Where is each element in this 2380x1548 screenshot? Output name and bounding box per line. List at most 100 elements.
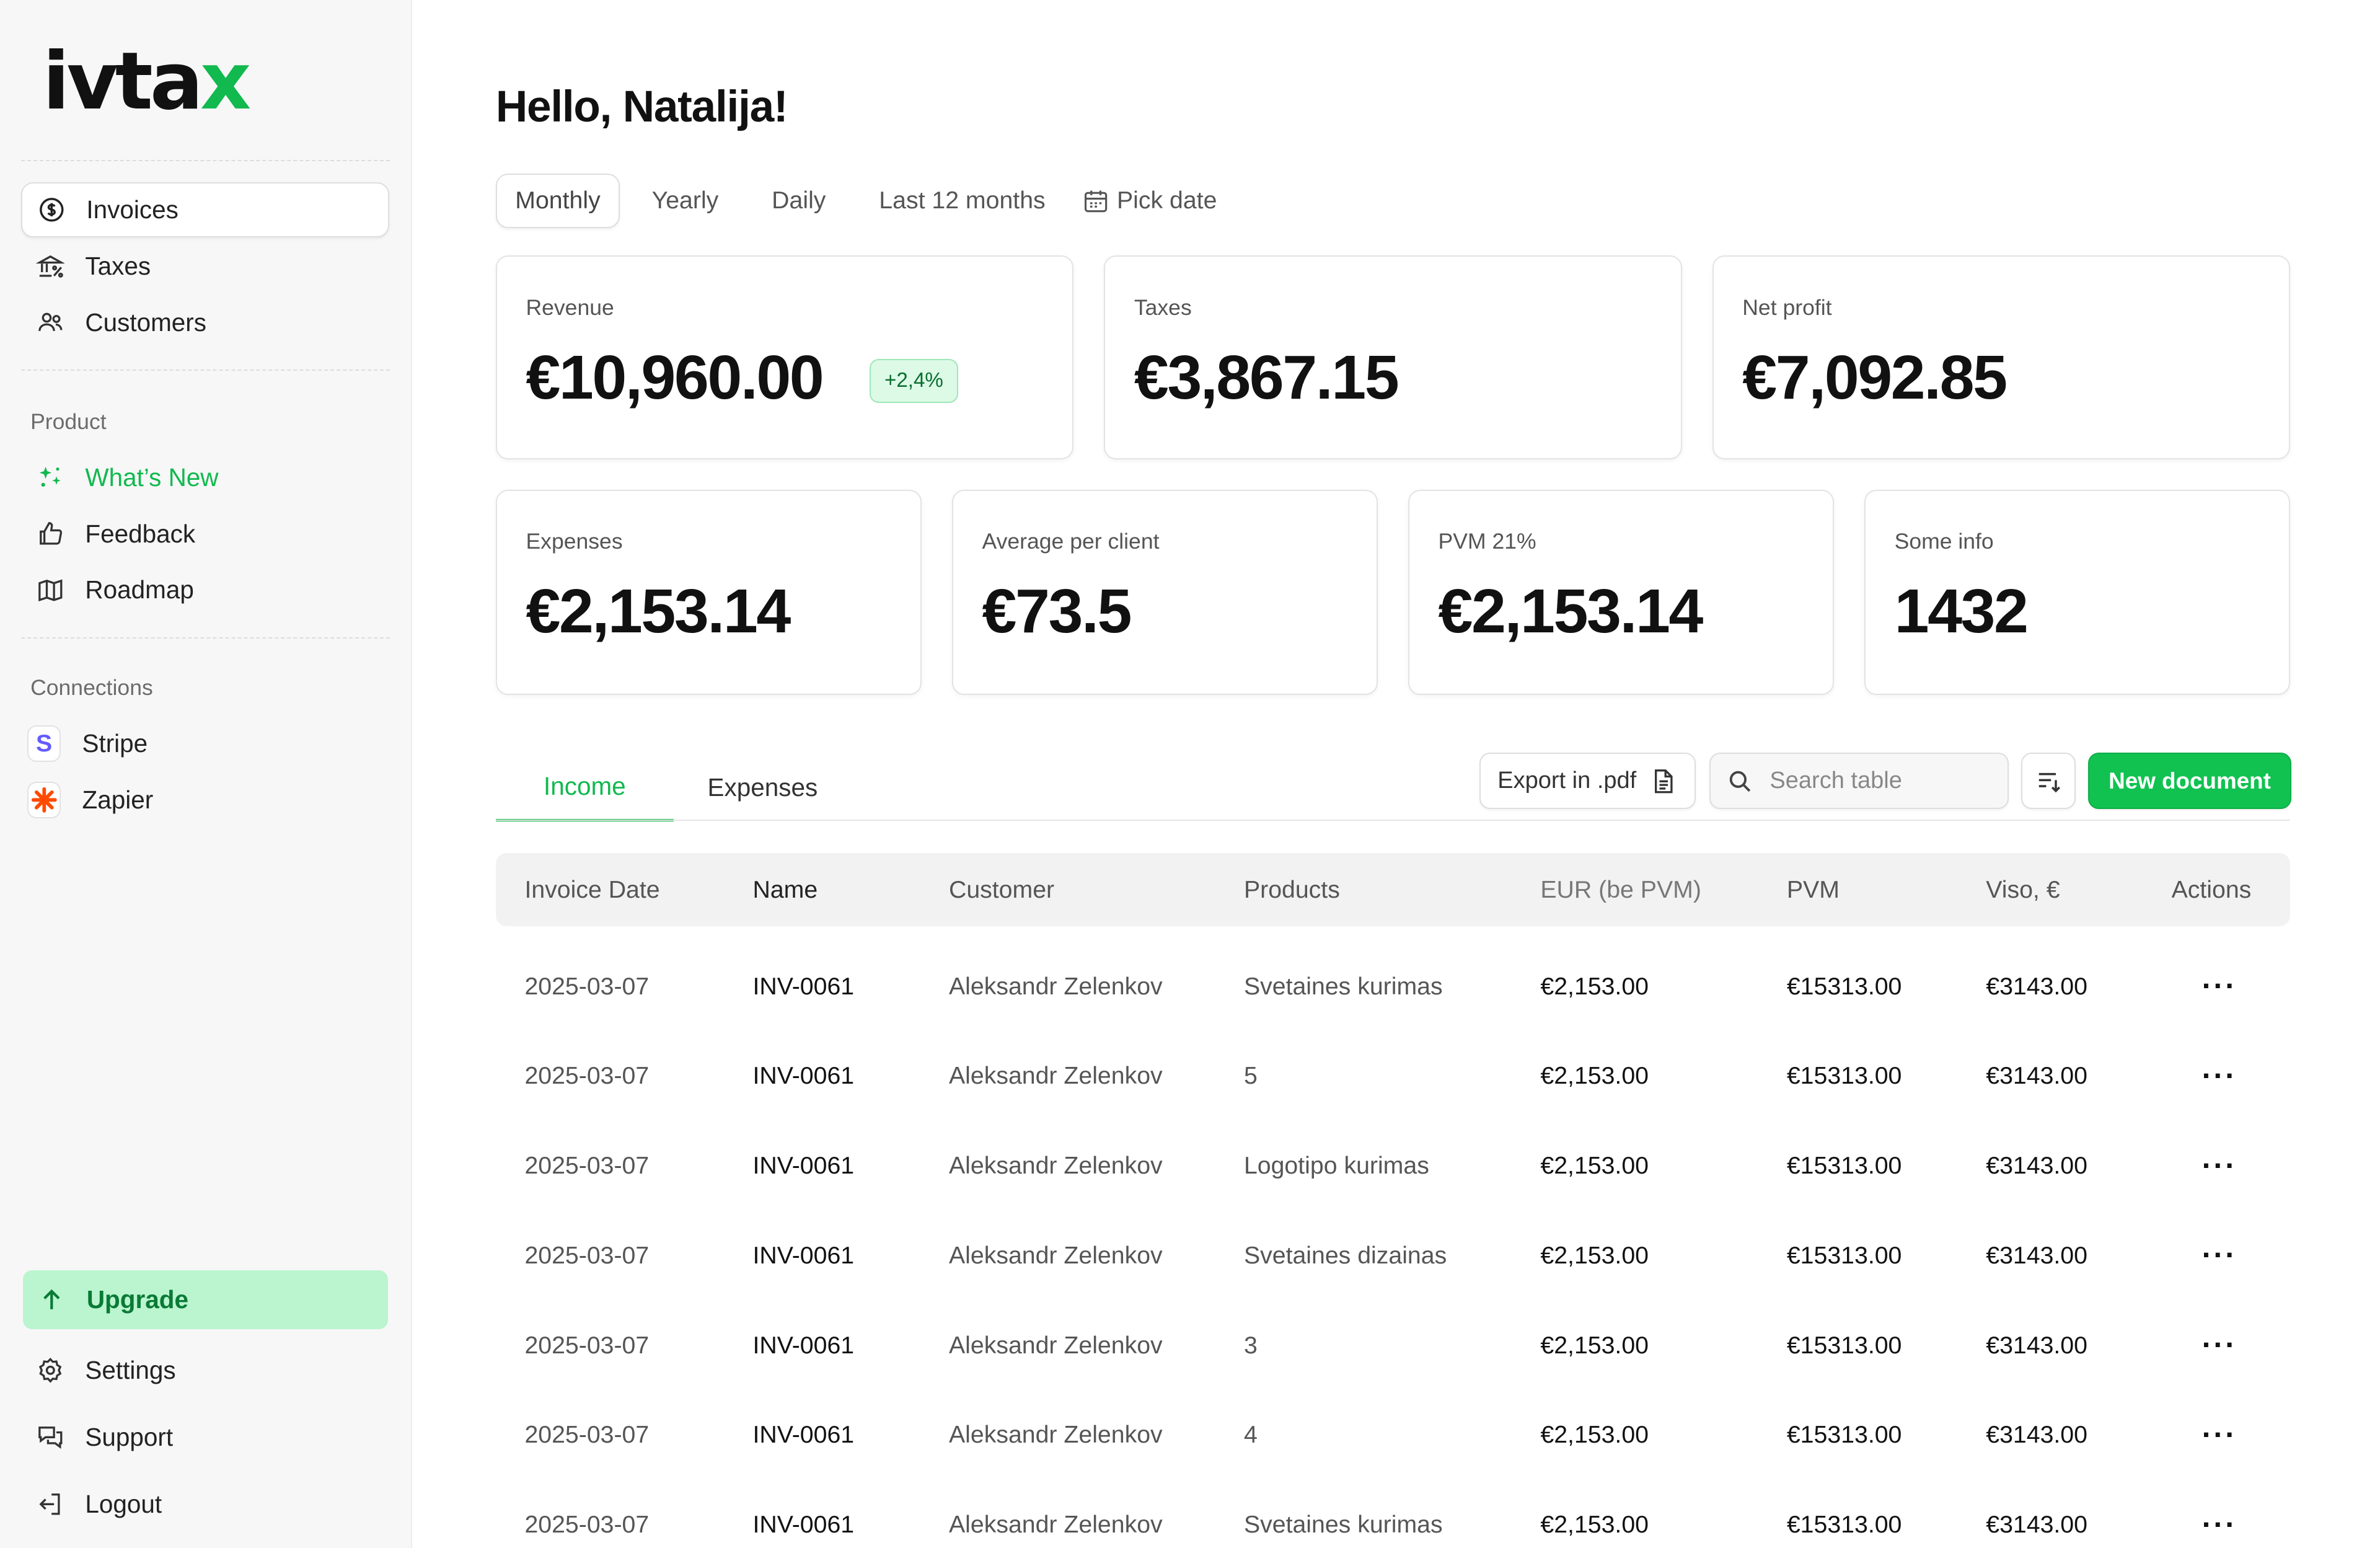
calendar-icon [1084, 190, 1107, 212]
sort-button[interactable] [2021, 753, 2076, 810]
cell-invoice-date: 2025-03-07 [524, 1062, 650, 1090]
cell-pvm: €15313.00 [1786, 1062, 1902, 1090]
table-row[interactable]: 2025-03-07 INV-0061 Aleksandr Zelenkov 3 €2,… [496, 1301, 2290, 1391]
cell-pvm: €15313.00 [1786, 1421, 1902, 1449]
upgrade-label: Upgrade [86, 1285, 188, 1314]
actions-menu-button[interactable]: ··· [2202, 1121, 2237, 1211]
cell-products: Svetaines dizainas [1243, 1241, 1447, 1269]
table-header: Invoice Date Name Customer Products EUR … [495, 853, 2290, 927]
sidebar-item-label: Roadmap [85, 575, 194, 604]
tab-expenses[interactable]: Expenses [674, 754, 852, 821]
cell-eur: €2,153.00 [1540, 1511, 1649, 1539]
sidebar-item-support[interactable]: Support [21, 1410, 389, 1464]
sidebar-item-invoices[interactable]: Invoices [21, 182, 390, 237]
logout-icon [33, 1488, 67, 1521]
actions-menu-button[interactable]: ··· [2202, 1390, 2237, 1480]
sidebar-item-logout[interactable]: Logout [21, 1477, 389, 1531]
cell-eur: €2,153.00 [1540, 1241, 1649, 1269]
sidebar-item-whats-new[interactable]: What’s New [21, 450, 389, 505]
table-row[interactable]: 2025-03-07 INV-0061 Aleksandr Zelenkov 4 €2,… [496, 1390, 2290, 1480]
stat-label: Taxes [1134, 294, 1192, 320]
stat-label: PVM 21% [1438, 529, 1536, 554]
ivtax-logo[interactable]: ivtax [43, 42, 252, 122]
actions-menu-button[interactable]: ··· [2202, 1301, 2237, 1391]
cell-invoice-date: 2025-03-07 [524, 1241, 650, 1269]
cell-total: €3143.00 [1986, 1062, 2087, 1090]
cell-products: Logotipo kurimas [1243, 1152, 1429, 1180]
sidebar-item-feedback[interactable]: Feedback [21, 506, 389, 561]
cell-invoice-date: 2025-03-07 [524, 1511, 650, 1539]
search-placeholder: Search table [1770, 767, 1902, 794]
cell-total: €3143.00 [1986, 1511, 2087, 1539]
table-row[interactable]: 2025-03-07 INV-0061 Aleksandr Zelenkov Svet… [496, 942, 2290, 1032]
cell-pvm: €15313.00 [1786, 972, 1902, 1000]
sidebar-item-stripe[interactable]: S Stripe [21, 717, 389, 771]
cell-total: €3143.00 [1986, 1421, 2087, 1449]
section-label-product: Product [30, 409, 107, 434]
table-row[interactable]: 2025-03-07 INV-0061 Aleksandr Zelenkov Logo… [496, 1121, 2290, 1211]
cell-invoice-date: 2025-03-07 [524, 1421, 650, 1449]
dollar-circle-icon [35, 193, 68, 227]
pick-date-label: Pick date [1116, 187, 1217, 215]
sparkles-icon [33, 461, 67, 494]
sidebar-item-label: Feedback [85, 519, 196, 548]
column-header-products[interactable]: Products [1244, 853, 1340, 926]
export-label: Export in .pdf [1497, 767, 1637, 794]
sidebar-item-taxes[interactable]: Taxes [21, 239, 389, 293]
stat-label: Some info [1894, 529, 1994, 554]
stat-value: €2,153.14 [526, 577, 791, 647]
sidebar-item-label: Settings [85, 1356, 176, 1385]
actions-menu-button[interactable]: ··· [2202, 1211, 2237, 1301]
new-document-button[interactable]: New document [2087, 753, 2292, 810]
sidebar-item-settings[interactable]: Settings [21, 1343, 389, 1397]
cell-name: INV-0061 [752, 1241, 855, 1269]
actions-menu-button[interactable]: ··· [2202, 1031, 2237, 1121]
table-row[interactable]: 2025-03-07 INV-0061 Aleksandr Zelenkov 5 €2,… [496, 1031, 2290, 1121]
cell-customer: Aleksandr Zelenkov [948, 1421, 1163, 1449]
export-pdf-button[interactable]: Export in .pdf [1479, 753, 1696, 810]
cell-invoice-date: 2025-03-07 [524, 1331, 650, 1359]
stat-value: €73.5 [982, 577, 1132, 647]
table-row[interactable]: 2025-03-07 INV-0061 Aleksandr Zelenkov Svet… [496, 1480, 2290, 1548]
sidebar-divider [21, 369, 390, 371]
sidebar-item-customers[interactable]: Customers [21, 295, 389, 350]
cell-name: INV-0061 [752, 972, 855, 1000]
cell-eur: €2,153.00 [1540, 1421, 1649, 1449]
table-row[interactable]: 2025-03-07 INV-0061 Aleksandr Zelenkov Svet… [496, 1211, 2290, 1301]
column-header-pvm[interactable]: PVM [1787, 853, 1840, 926]
sidebar-item-zapier[interactable]: Zapier [21, 772, 389, 827]
upgrade-button[interactable]: Upgrade [22, 1270, 388, 1330]
actions-menu-button[interactable]: ··· [2202, 1480, 2237, 1548]
tab-pick-date[interactable]: Pick date [1064, 174, 1235, 228]
stat-value: 1432 [1894, 577, 2029, 647]
column-header-name[interactable]: Name [752, 853, 818, 926]
tab-monthly[interactable]: Monthly [495, 173, 620, 228]
cell-products: Svetaines kurimas [1243, 972, 1443, 1000]
cell-name: INV-0061 [752, 1511, 855, 1539]
column-header-customer[interactable]: Customer [949, 853, 1054, 926]
cell-customer: Aleksandr Zelenkov [948, 1062, 1163, 1090]
sidebar-item-label: Invoices [86, 195, 178, 224]
search-input[interactable]: Search table [1709, 753, 2009, 810]
column-header-invoice-date[interactable]: Invoice Date [524, 853, 659, 926]
stat-card-revenue: Revenue €10,960.00 +2,4% [495, 255, 1074, 459]
column-header-total[interactable]: Viso, € [1986, 853, 2060, 926]
tab-daily[interactable]: Daily [754, 174, 844, 228]
cell-total: €3143.00 [1986, 1152, 2087, 1180]
actions-menu-button[interactable]: ··· [2202, 942, 2237, 1032]
bank-percent-icon [33, 249, 67, 283]
column-header-eur[interactable]: EUR (be PVM) [1540, 853, 1701, 926]
sidebar-divider [21, 637, 390, 639]
tab-income[interactable]: Income [495, 754, 674, 821]
cell-name: INV-0061 [752, 1152, 855, 1180]
stripe-glyph: S [27, 725, 61, 763]
search-icon [1730, 771, 1751, 792]
cell-products: Svetaines kurimas [1243, 1511, 1443, 1539]
tab-yearly[interactable]: Yearly [633, 174, 737, 228]
period-tabs: Monthly Yearly Daily Last 12 months Pick… [495, 173, 1251, 228]
cell-invoice-date: 2025-03-07 [524, 1152, 650, 1180]
zapier-icon [27, 782, 61, 818]
tab-last-12-months[interactable]: Last 12 months [861, 174, 1064, 228]
sidebar-item-roadmap[interactable]: Roadmap [21, 563, 389, 617]
stat-card-net-profit: Net profit €7,092.85 [1712, 255, 2290, 459]
